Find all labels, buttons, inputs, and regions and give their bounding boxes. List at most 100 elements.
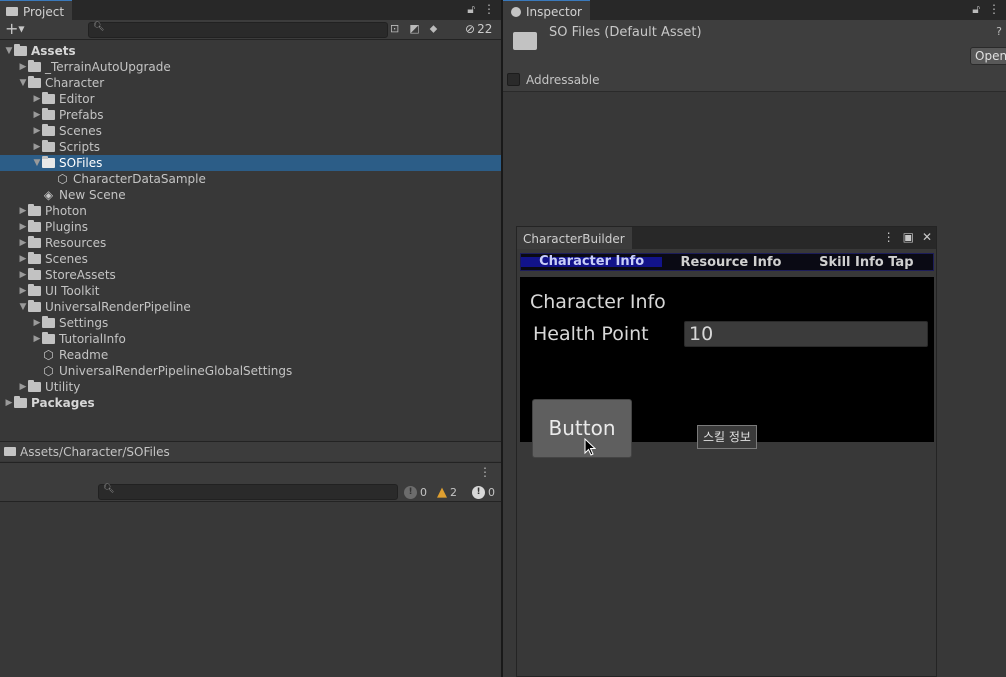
collapse-arrow-icon[interactable]: ▶ <box>18 222 28 232</box>
warning-icon: ▲ <box>437 484 447 500</box>
project-search-input[interactable]: 🔍︎ <box>88 22 388 38</box>
addressable-row: Addressable <box>503 68 1006 92</box>
warning-count: 2 <box>450 485 457 499</box>
tree-item-label: Prefabs <box>59 108 104 122</box>
collapse-arrow-icon[interactable]: ▶ <box>18 62 28 72</box>
tree-item[interactable]: ▶ Scripts <box>0 139 501 155</box>
tree-item-label: Photon <box>45 204 87 218</box>
tree-item[interactable]: ▶ Settings <box>0 315 501 331</box>
tree-item[interactable]: ▼ Assets <box>0 43 501 59</box>
tree-item[interactable]: ▶ Packages <box>0 395 501 411</box>
expand-arrow-icon[interactable]: ▼ <box>18 302 28 312</box>
folder-icon <box>42 108 55 120</box>
expand-arrow-icon[interactable]: ▼ <box>32 158 42 168</box>
collapse-arrow-icon[interactable]: ▶ <box>4 398 14 408</box>
collapse-arrow-icon[interactable]: ▶ <box>18 206 28 216</box>
kebab-menu-icon[interactable]: ⋮ <box>479 465 491 479</box>
folder-icon <box>28 204 41 216</box>
expand-arrow-icon[interactable]: ▼ <box>18 78 28 88</box>
tree-item[interactable]: ▶ Prefabs <box>0 107 501 123</box>
collapse-arrow-icon[interactable]: ▶ <box>18 286 28 296</box>
addressable-label: Addressable <box>526 72 600 87</box>
tab-character-info[interactable]: Character Info <box>521 255 663 268</box>
tree-item[interactable]: ⬡ UniversalRenderPipelineGlobalSettings <box>0 363 501 379</box>
tree-item[interactable]: ▶ Scenes <box>0 123 501 139</box>
tree-item[interactable]: ▶ Photon <box>0 203 501 219</box>
project-tab-icons: 🔓︎ ⋮ <box>467 2 495 17</box>
tree-item[interactable]: ▶ Editor <box>0 91 501 107</box>
console-info-toggle[interactable]: ! 0 <box>404 485 427 499</box>
collapse-arrow-icon[interactable]: ▶ <box>32 110 42 120</box>
kebab-menu-icon[interactable]: ⋮ <box>483 2 495 17</box>
tab-resource-info[interactable]: Resource Info <box>662 255 799 270</box>
scriptable-asset-icon: ⬡ <box>43 347 54 362</box>
project-tree: ▼ Assets ▶ _TerrainAutoUpgrade ▼ Character ▶ Ed… <box>0 43 501 411</box>
tree-item[interactable]: ▶ Scenes <box>0 251 501 267</box>
hidden-count: 22 <box>477 22 493 36</box>
scene-icon: ◈ <box>43 187 54 202</box>
lock-icon[interactable]: 🔓︎ <box>972 2 980 17</box>
maximize-icon[interactable]: ▣ <box>903 230 914 244</box>
folder-icon <box>28 252 41 264</box>
collapse-arrow-icon[interactable]: ▶ <box>18 270 28 280</box>
search-by-type-icon[interactable]: ⊡ <box>390 22 399 36</box>
kebab-menu-icon[interactable]: ⋮ <box>883 230 895 244</box>
folder-open-icon <box>28 76 41 88</box>
console-error-toggle[interactable]: ! 0 <box>472 485 495 499</box>
tree-item[interactable]: ▶ _TerrainAutoUpgrade <box>0 59 501 75</box>
collapse-arrow-icon[interactable]: ▶ <box>18 238 28 248</box>
tree-item[interactable]: ▶ Resources <box>0 235 501 251</box>
kebab-menu-icon[interactable]: ⋮ <box>988 2 1000 17</box>
skill-info-tooltip: 스킬 정보 <box>697 425 757 449</box>
addressable-checkbox[interactable] <box>507 73 520 86</box>
tree-item[interactable]: ⬡ Readme <box>0 347 501 363</box>
project-path: Assets/Character/SOFiles <box>20 444 170 459</box>
builder-window-tab[interactable]: CharacterBuilder <box>517 227 632 249</box>
project-filter-icons: ⊡ ◩ ⬥ <box>390 22 437 36</box>
builder-tabbar[interactable]: CharacterBuilder ⋮ ▣ ✕ <box>517 227 936 249</box>
tree-item-label: _TerrainAutoUpgrade <box>45 60 171 74</box>
filter-by-type-icon[interactable]: ◩ <box>409 22 419 36</box>
tree-item-label: Settings <box>59 316 109 330</box>
tree-item[interactable]: ▶ StoreAssets <box>0 267 501 283</box>
collapse-arrow-icon[interactable]: ▶ <box>18 382 28 392</box>
builder-tab-strip: Character Info Resource Info Skill Info … <box>520 253 934 271</box>
tree-item[interactable]: ▼ SOFiles <box>0 155 501 171</box>
tab-inspector[interactable]: Inspector <box>503 0 590 20</box>
console-warning-toggle[interactable]: ▲ 2 <box>437 484 457 500</box>
tree-item[interactable]: ◈ New Scene <box>0 187 501 203</box>
tree-item[interactable]: ▶ Plugins <box>0 219 501 235</box>
collapse-arrow-icon[interactable]: ▶ <box>32 334 42 344</box>
tree-item-label: Character <box>45 76 105 90</box>
close-icon[interactable]: ✕ <box>922 230 932 244</box>
console-search-input[interactable]: 🔍︎ <box>98 484 398 500</box>
tab-project[interactable]: Project <box>0 0 73 20</box>
tree-item[interactable]: ▶ TutorialInfo <box>0 331 501 347</box>
lock-icon[interactable]: 🔓︎ <box>467 2 475 17</box>
inspector-tabbar: Inspector 🔓︎ ⋮ <box>503 0 1006 20</box>
action-button[interactable]: Button <box>532 399 632 458</box>
tree-item[interactable]: ▼ Character <box>0 75 501 91</box>
tree-item[interactable]: ▶ UI Toolkit <box>0 283 501 299</box>
eye-slash-icon: ⊘ <box>465 22 476 36</box>
tree-item[interactable]: ▼ UniversalRenderPipeline <box>0 299 501 315</box>
tree-item-label: Scenes <box>45 252 88 266</box>
help-icon[interactable]: ? <box>996 25 1002 38</box>
tree-item[interactable]: ⬡ CharacterDataSample <box>0 171 501 187</box>
collapse-arrow-icon[interactable]: ▶ <box>32 142 42 152</box>
scriptable-asset-icon: ⬡ <box>43 363 54 378</box>
health-point-field[interactable]: 10 <box>684 321 928 347</box>
tab-skill-info[interactable]: Skill Info Tap <box>800 255 933 270</box>
tree-item[interactable]: ▶ Utility <box>0 379 501 395</box>
folder-icon <box>14 396 27 408</box>
collapse-arrow-icon[interactable]: ▶ <box>32 126 42 136</box>
expand-arrow-icon[interactable]: ▼ <box>4 46 14 56</box>
collapse-arrow-icon[interactable]: ▶ <box>32 318 42 328</box>
create-button[interactable]: +▼ <box>5 21 25 38</box>
tree-item-label: SOFiles <box>59 156 103 170</box>
filter-by-label-icon[interactable]: ⬥ <box>430 22 438 36</box>
open-button[interactable]: Open <box>970 47 1006 65</box>
hidden-packages-toggle[interactable]: ⊘ 22 <box>465 22 492 36</box>
collapse-arrow-icon[interactable]: ▶ <box>32 94 42 104</box>
collapse-arrow-icon[interactable]: ▶ <box>18 254 28 264</box>
